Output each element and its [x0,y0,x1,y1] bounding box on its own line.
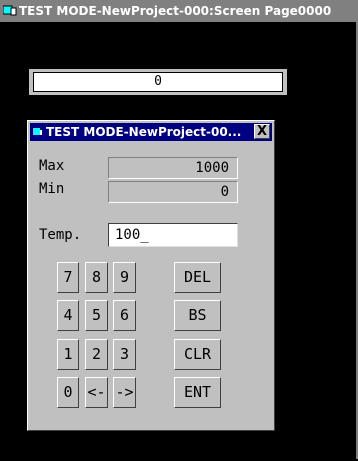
cursor-right-button[interactable]: -> [113,377,136,408]
key-7-button[interactable]: 7 [57,262,79,293]
min-value: 0 [108,181,238,203]
min-label: Min [39,181,65,197]
key-1-button[interactable]: 1 [57,339,79,370]
del-button[interactable]: DEL [174,262,221,293]
key-9-button[interactable]: 9 [113,262,136,293]
ent-button[interactable]: ENT [174,377,221,408]
key-2-button[interactable]: 2 [85,339,108,370]
app-icon [3,5,17,16]
numeric-display-frame: 0 [29,69,287,95]
key-5-button[interactable]: 5 [85,300,108,331]
temp-input[interactable]: 100_ [108,223,238,247]
cursor-left-button[interactable]: <- [85,377,108,408]
temp-label: Temp. [39,227,82,243]
numeric-display[interactable]: 0 [33,72,283,92]
key-4-button[interactable]: 4 [57,300,79,331]
window-title-bar[interactable]: TEST MODE-NewProject-000:Screen Page0000 [0,0,358,22]
keypad-title: TEST MODE-NewProject-00... [46,125,242,139]
max-label: Max [39,158,65,174]
close-icon[interactable]: X [254,124,270,139]
key-8-button[interactable]: 8 [85,262,108,293]
key-3-button[interactable]: 3 [113,339,136,370]
key-6-button[interactable]: 6 [113,300,136,331]
bs-button[interactable]: BS [174,300,221,331]
keypad-title-bar[interactable]: TEST MODE-NewProject-00... X [30,123,272,141]
window-title: TEST MODE-NewProject-000:Screen Page0000 [19,4,332,18]
clr-button[interactable]: CLR [174,339,221,370]
keypad-dialog: TEST MODE-NewProject-00... X Max 1000 Mi… [27,120,275,431]
dialog-icon [33,128,42,135]
max-value: 1000 [108,157,238,179]
key-0-button[interactable]: 0 [57,377,79,408]
